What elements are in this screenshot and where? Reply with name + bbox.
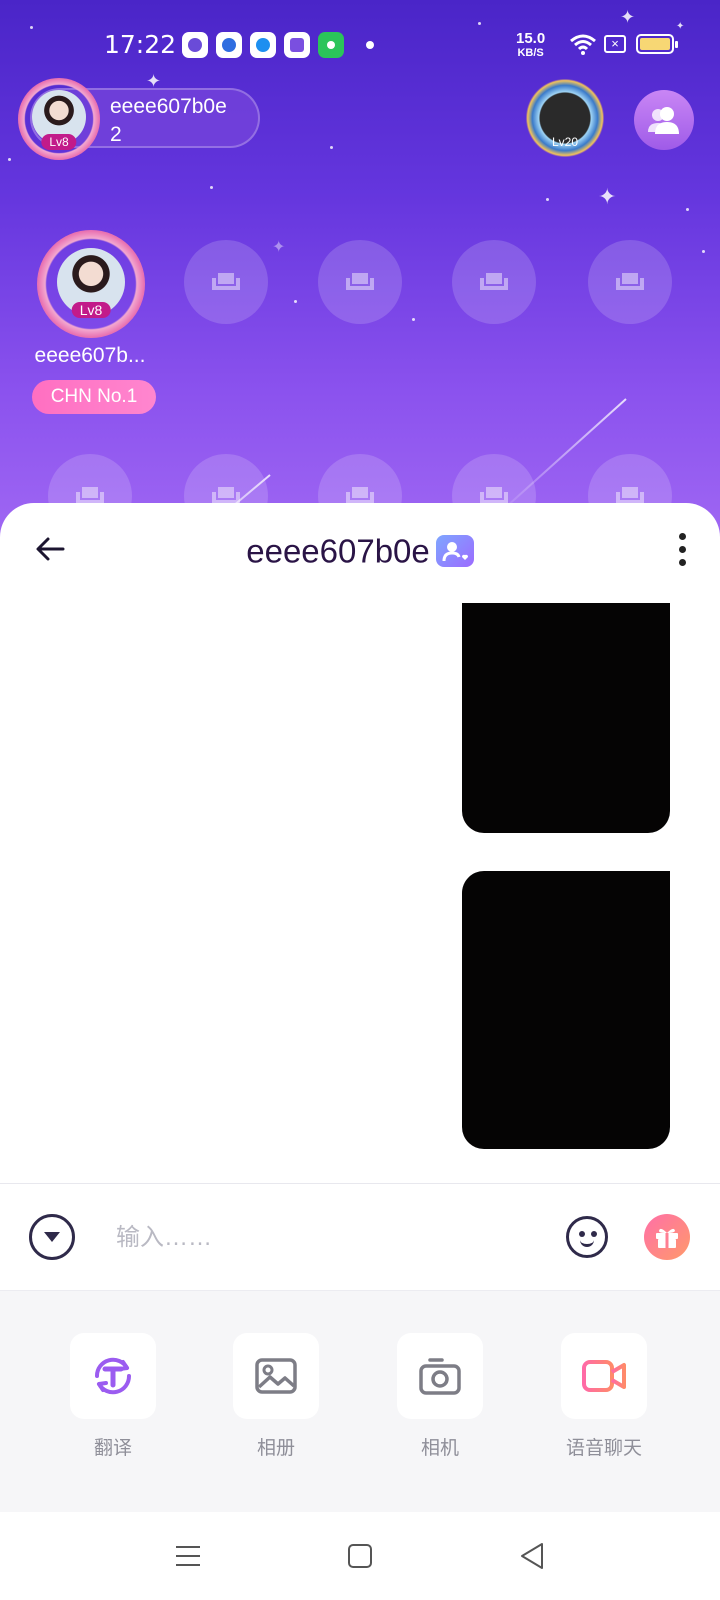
emoji-eye xyxy=(591,1231,597,1237)
message-input[interactable] xyxy=(106,1210,546,1266)
members-icon xyxy=(648,107,679,134)
chevron-down-icon xyxy=(44,1232,60,1242)
system-navigation-bar xyxy=(0,1512,720,1600)
sofa-icon xyxy=(616,273,644,290)
chat-image-message[interactable] xyxy=(462,871,670,1149)
vip-level-tag: Lv20 xyxy=(551,135,579,149)
gift-icon xyxy=(656,1228,678,1248)
collapse-panel-button[interactable] xyxy=(29,1214,75,1260)
host-online-count: 2 xyxy=(110,123,122,146)
sparkle-decoration: ✦ xyxy=(598,184,617,209)
battery-icon xyxy=(636,34,678,54)
sofa-icon xyxy=(212,273,240,290)
system-back-button[interactable] xyxy=(512,1536,552,1576)
seat-rank-badge: CHN No.1 xyxy=(32,380,156,414)
empty-seat[interactable] xyxy=(184,240,268,324)
chat-header: eeee607b0e xyxy=(0,503,720,595)
voice-chat-label: 语音聊天 xyxy=(565,1437,642,1459)
network-speed-unit: KB/S xyxy=(517,47,544,59)
message-input-bar xyxy=(0,1183,720,1290)
notification-app-icon xyxy=(182,32,208,58)
menu-icon xyxy=(176,1546,200,1566)
host-level-tag: Lv8 xyxy=(41,134,77,150)
status-time: 17:22 xyxy=(104,30,177,59)
recent-apps-button[interactable] xyxy=(168,1536,208,1576)
home-square-icon xyxy=(348,1544,372,1568)
more-options-button[interactable] xyxy=(664,527,700,571)
image-icon xyxy=(255,1358,297,1394)
network-speed: 15.0 KB/S xyxy=(516,30,546,60)
translate-icon xyxy=(94,1357,132,1395)
room-background: ✦ ✦ ✦ ✦ ✦ 17:22 15.0 KB/S × Lv8 eeee607b… xyxy=(0,0,720,560)
camera-label: 相机 xyxy=(420,1437,459,1459)
album-tool-box[interactable] xyxy=(233,1333,319,1419)
tools-panel: 翻译 相册 相机 语音聊天 xyxy=(0,1290,720,1512)
notification-app-icon xyxy=(216,32,242,58)
seat-level-tag: Lv8 xyxy=(71,302,111,318)
chat-title: eeee607b0e xyxy=(0,527,720,573)
seat-host-avatar[interactable]: Lv8 xyxy=(37,230,145,338)
notification-app-icon xyxy=(318,32,344,58)
sofa-icon xyxy=(480,273,508,290)
host-name: eeee607b0e xyxy=(110,95,227,118)
album-tool[interactable]: 相册 xyxy=(216,1333,336,1460)
empty-seat[interactable] xyxy=(452,240,536,324)
more-dot-icon xyxy=(678,532,686,540)
camera-icon xyxy=(419,1358,461,1395)
more-dot-icon xyxy=(678,558,686,566)
host-avatar[interactable]: Lv8 xyxy=(18,78,100,160)
emoji-mouth xyxy=(580,1239,594,1247)
sim-none-icon: × xyxy=(604,35,626,53)
notification-app-icon xyxy=(284,32,310,58)
empty-seat[interactable] xyxy=(588,240,672,324)
wifi-icon xyxy=(570,34,596,55)
network-speed-value: 15.0 xyxy=(516,30,546,47)
camera-tool[interactable]: 相机 xyxy=(380,1333,500,1460)
more-notifications-dot xyxy=(366,41,374,49)
seat-user-name: eeee607b... xyxy=(34,344,146,367)
status-bar: 17:22 15.0 KB/S × xyxy=(0,0,720,90)
friend-badge-icon xyxy=(435,535,474,568)
album-label: 相册 xyxy=(256,1437,295,1459)
empty-seat[interactable] xyxy=(318,240,402,324)
sparkle-decoration: ✦ xyxy=(272,239,286,256)
voice-chat-tool[interactable]: 语音聊天 xyxy=(544,1333,664,1460)
translate-tool-box[interactable] xyxy=(70,1333,156,1419)
video-call-icon xyxy=(582,1360,626,1392)
room-members-button[interactable] xyxy=(634,90,694,150)
emoji-eye xyxy=(579,1231,585,1237)
chat-image-message[interactable] xyxy=(462,603,670,833)
gift-button[interactable] xyxy=(644,1214,690,1260)
sofa-icon xyxy=(346,273,374,290)
back-triangle-icon xyxy=(521,1543,543,1569)
chat-partner-name: eeee607b0e xyxy=(246,532,430,570)
vip-rank-badge[interactable]: Lv20 xyxy=(523,76,607,160)
translate-tool[interactable]: 翻译 xyxy=(53,1333,173,1460)
emoji-button[interactable] xyxy=(566,1216,608,1258)
notification-app-icon xyxy=(250,32,276,58)
camera-tool-box[interactable] xyxy=(397,1333,483,1419)
voice-chat-tool-box[interactable] xyxy=(561,1333,647,1419)
home-button[interactable] xyxy=(340,1536,380,1576)
translate-label: 翻译 xyxy=(93,1437,132,1459)
more-dot-icon xyxy=(678,545,686,553)
